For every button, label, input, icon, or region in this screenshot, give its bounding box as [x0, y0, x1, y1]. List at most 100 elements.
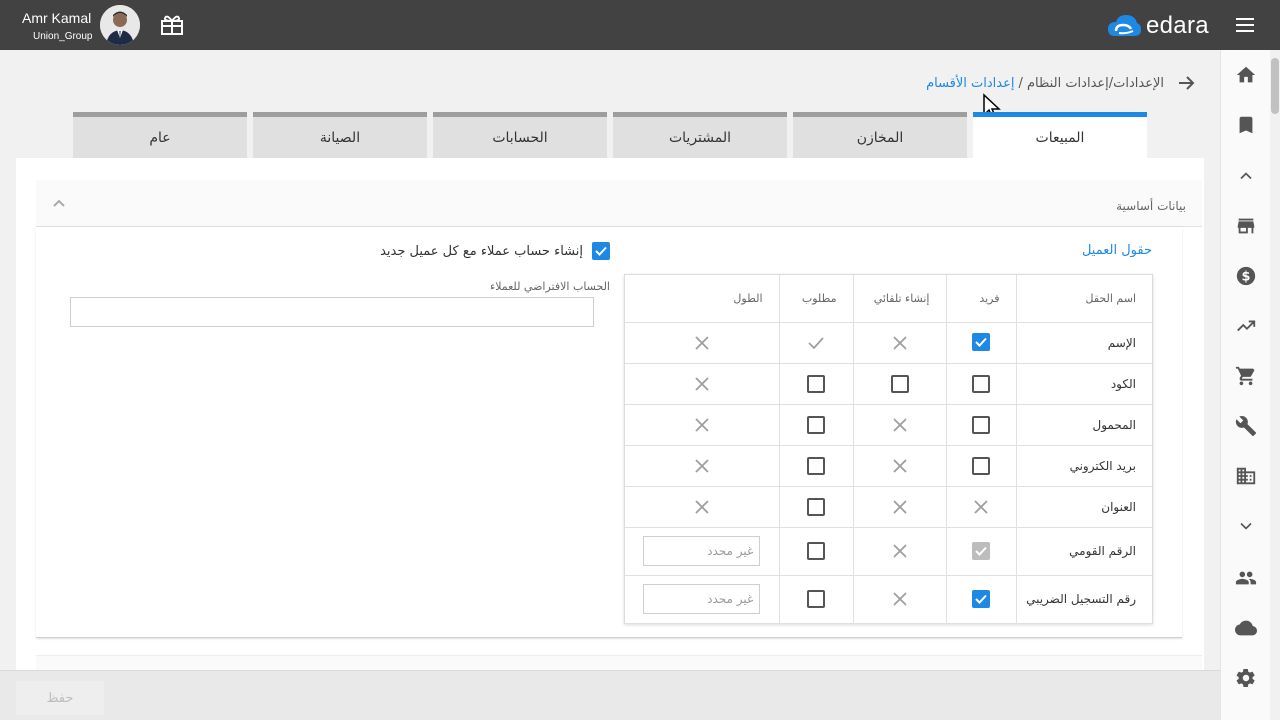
cell-required	[778, 486, 853, 528]
checkbox-unchecked[interactable]	[807, 374, 825, 393]
gift-icon[interactable]	[160, 14, 184, 36]
table-row: الرقم القومي غير محدد	[625, 527, 1152, 576]
scrollbar[interactable]	[1270, 50, 1280, 720]
table-row: العنوان	[625, 486, 1152, 528]
tab-sales[interactable]: المبيعات	[973, 112, 1147, 158]
cell-required	[778, 527, 853, 576]
cart-icon[interactable]	[1234, 364, 1258, 388]
x-mark-icon	[693, 335, 711, 350]
tab-maintenance[interactable]: الصيانة	[253, 112, 427, 158]
field-name: الكود	[1015, 363, 1152, 405]
field-name: رقم التسجيل الضريبي	[1015, 575, 1152, 624]
column-header-unique: فريد	[945, 275, 1016, 323]
cell-required	[778, 404, 853, 446]
building-icon[interactable]	[1234, 464, 1258, 488]
tab-label: عام	[149, 129, 171, 146]
section-header[interactable]: بيانات أساسية	[36, 180, 1202, 227]
cell-unique	[945, 404, 1016, 446]
table-header-row: اسم الحقل فريد إنشاء تلقائي مطلوب الطول	[625, 275, 1152, 323]
checkbox-unchecked[interactable]	[807, 590, 825, 608]
checkbox-checked[interactable]	[972, 333, 990, 351]
settings-icon[interactable]	[1234, 666, 1258, 690]
section-body: حقول العميل إنشاء حساب عملاء مع كل عميل …	[36, 227, 1182, 638]
length-input[interactable]: غير محدد	[643, 584, 761, 614]
bookmark-icon[interactable]	[1234, 113, 1258, 137]
field-name: العنوان	[1015, 486, 1152, 528]
checkbox-unchecked[interactable]	[972, 456, 990, 475]
company-name: Union_Group	[33, 31, 93, 42]
length-input[interactable]: غير محدد	[643, 536, 761, 566]
checkbox-unchecked[interactable]	[972, 415, 990, 434]
breadcrumb-current[interactable]: إعدادات الأقسام	[926, 76, 1014, 91]
edara-logo[interactable]: edara	[1106, 11, 1209, 41]
avatar[interactable]	[100, 5, 140, 45]
checkbox-unchecked[interactable]	[807, 497, 825, 516]
chevron-up-icon[interactable]	[1234, 164, 1258, 188]
checkbox-checked[interactable]	[972, 589, 990, 608]
tab-purchases[interactable]: المشتريات	[613, 112, 787, 158]
default-account-label: الحساب الافتراضي للعملاء	[490, 280, 610, 293]
tab-label: المشتريات	[668, 129, 732, 146]
checkbox-unchecked[interactable]	[972, 374, 990, 393]
table-row: الكود	[625, 363, 1152, 405]
create-account-option: إنشاء حساب عملاء مع كل عميل جديد	[380, 242, 610, 260]
column-header-length: الطول	[625, 275, 779, 323]
arrow-forward-icon[interactable]	[1176, 73, 1196, 93]
x-mark-icon	[891, 592, 909, 606]
cell-length	[625, 363, 779, 405]
chevron-up-icon[interactable]	[50, 194, 68, 212]
save-button[interactable]: حفظ	[16, 681, 104, 715]
tab-general[interactable]: عام	[73, 112, 247, 158]
footer-bar: حفظ	[0, 670, 1220, 720]
tab-accounts[interactable]: الحسابات	[433, 112, 607, 158]
x-mark-icon	[972, 499, 990, 514]
cell-unique	[945, 527, 1016, 576]
cell-required	[778, 322, 853, 364]
scrollbar-thumb[interactable]	[1271, 58, 1279, 114]
tab-warehouses[interactable]: المخازن	[793, 112, 967, 158]
checkbox-unchecked[interactable]	[807, 456, 825, 475]
x-mark-icon	[891, 335, 909, 350]
checkbox-unchecked[interactable]	[807, 542, 825, 560]
people-icon[interactable]	[1234, 566, 1258, 590]
table-row: الإسم	[625, 322, 1152, 364]
cloud-icon[interactable]	[1234, 616, 1258, 640]
cell-required	[778, 445, 853, 487]
store-icon[interactable]	[1234, 214, 1258, 238]
cell-auto	[852, 363, 946, 405]
cell-unique	[945, 575, 1016, 624]
user-name[interactable]: Amr Kamal	[22, 10, 91, 26]
hamburger-menu-icon[interactable]	[1234, 16, 1256, 34]
home-icon[interactable]	[1234, 63, 1258, 87]
x-mark-icon	[891, 499, 909, 514]
breadcrumb-path[interactable]: الإعدادات/إعدادات النظام /	[1019, 76, 1165, 91]
x-mark-icon	[891, 417, 909, 432]
tab-label: المخازن	[856, 129, 904, 146]
x-mark-icon	[891, 458, 909, 473]
cell-length	[625, 322, 779, 364]
column-header-auto: إنشاء تلقائي	[852, 275, 946, 323]
cell-unique	[945, 363, 1016, 405]
dollar-icon[interactable]: $	[1234, 264, 1258, 288]
wrench-icon[interactable]	[1234, 414, 1258, 438]
checkbox-disabled-checked	[972, 542, 990, 560]
x-mark-icon	[693, 376, 711, 391]
cell-unique	[945, 322, 1016, 364]
cell-unique	[945, 445, 1016, 487]
top-bar: Amr Kamal Union_Group edara	[0, 0, 1280, 50]
checkbox-unchecked[interactable]	[890, 374, 909, 393]
cell-length	[625, 445, 779, 487]
main-panel: بيانات أساسية حقول العميل إنشاء حساب عمل…	[16, 158, 1204, 670]
logo-text: edara	[1146, 12, 1209, 39]
cell-auto	[852, 486, 946, 528]
chevron-down-icon[interactable]	[1234, 514, 1258, 538]
create-account-checkbox[interactable]	[592, 242, 610, 260]
breadcrumb: الإعدادات/إعدادات النظام / إعدادات الأقس…	[926, 73, 1196, 93]
default-account-input[interactable]	[70, 297, 594, 327]
checkbox-unchecked[interactable]	[807, 415, 825, 434]
cell-length	[625, 486, 779, 528]
trending-up-icon[interactable]	[1234, 314, 1258, 338]
create-account-label: إنشاء حساب عملاء مع كل عميل جديد	[380, 243, 583, 259]
field-name: الإسم	[1015, 322, 1152, 364]
cell-auto	[852, 575, 946, 624]
